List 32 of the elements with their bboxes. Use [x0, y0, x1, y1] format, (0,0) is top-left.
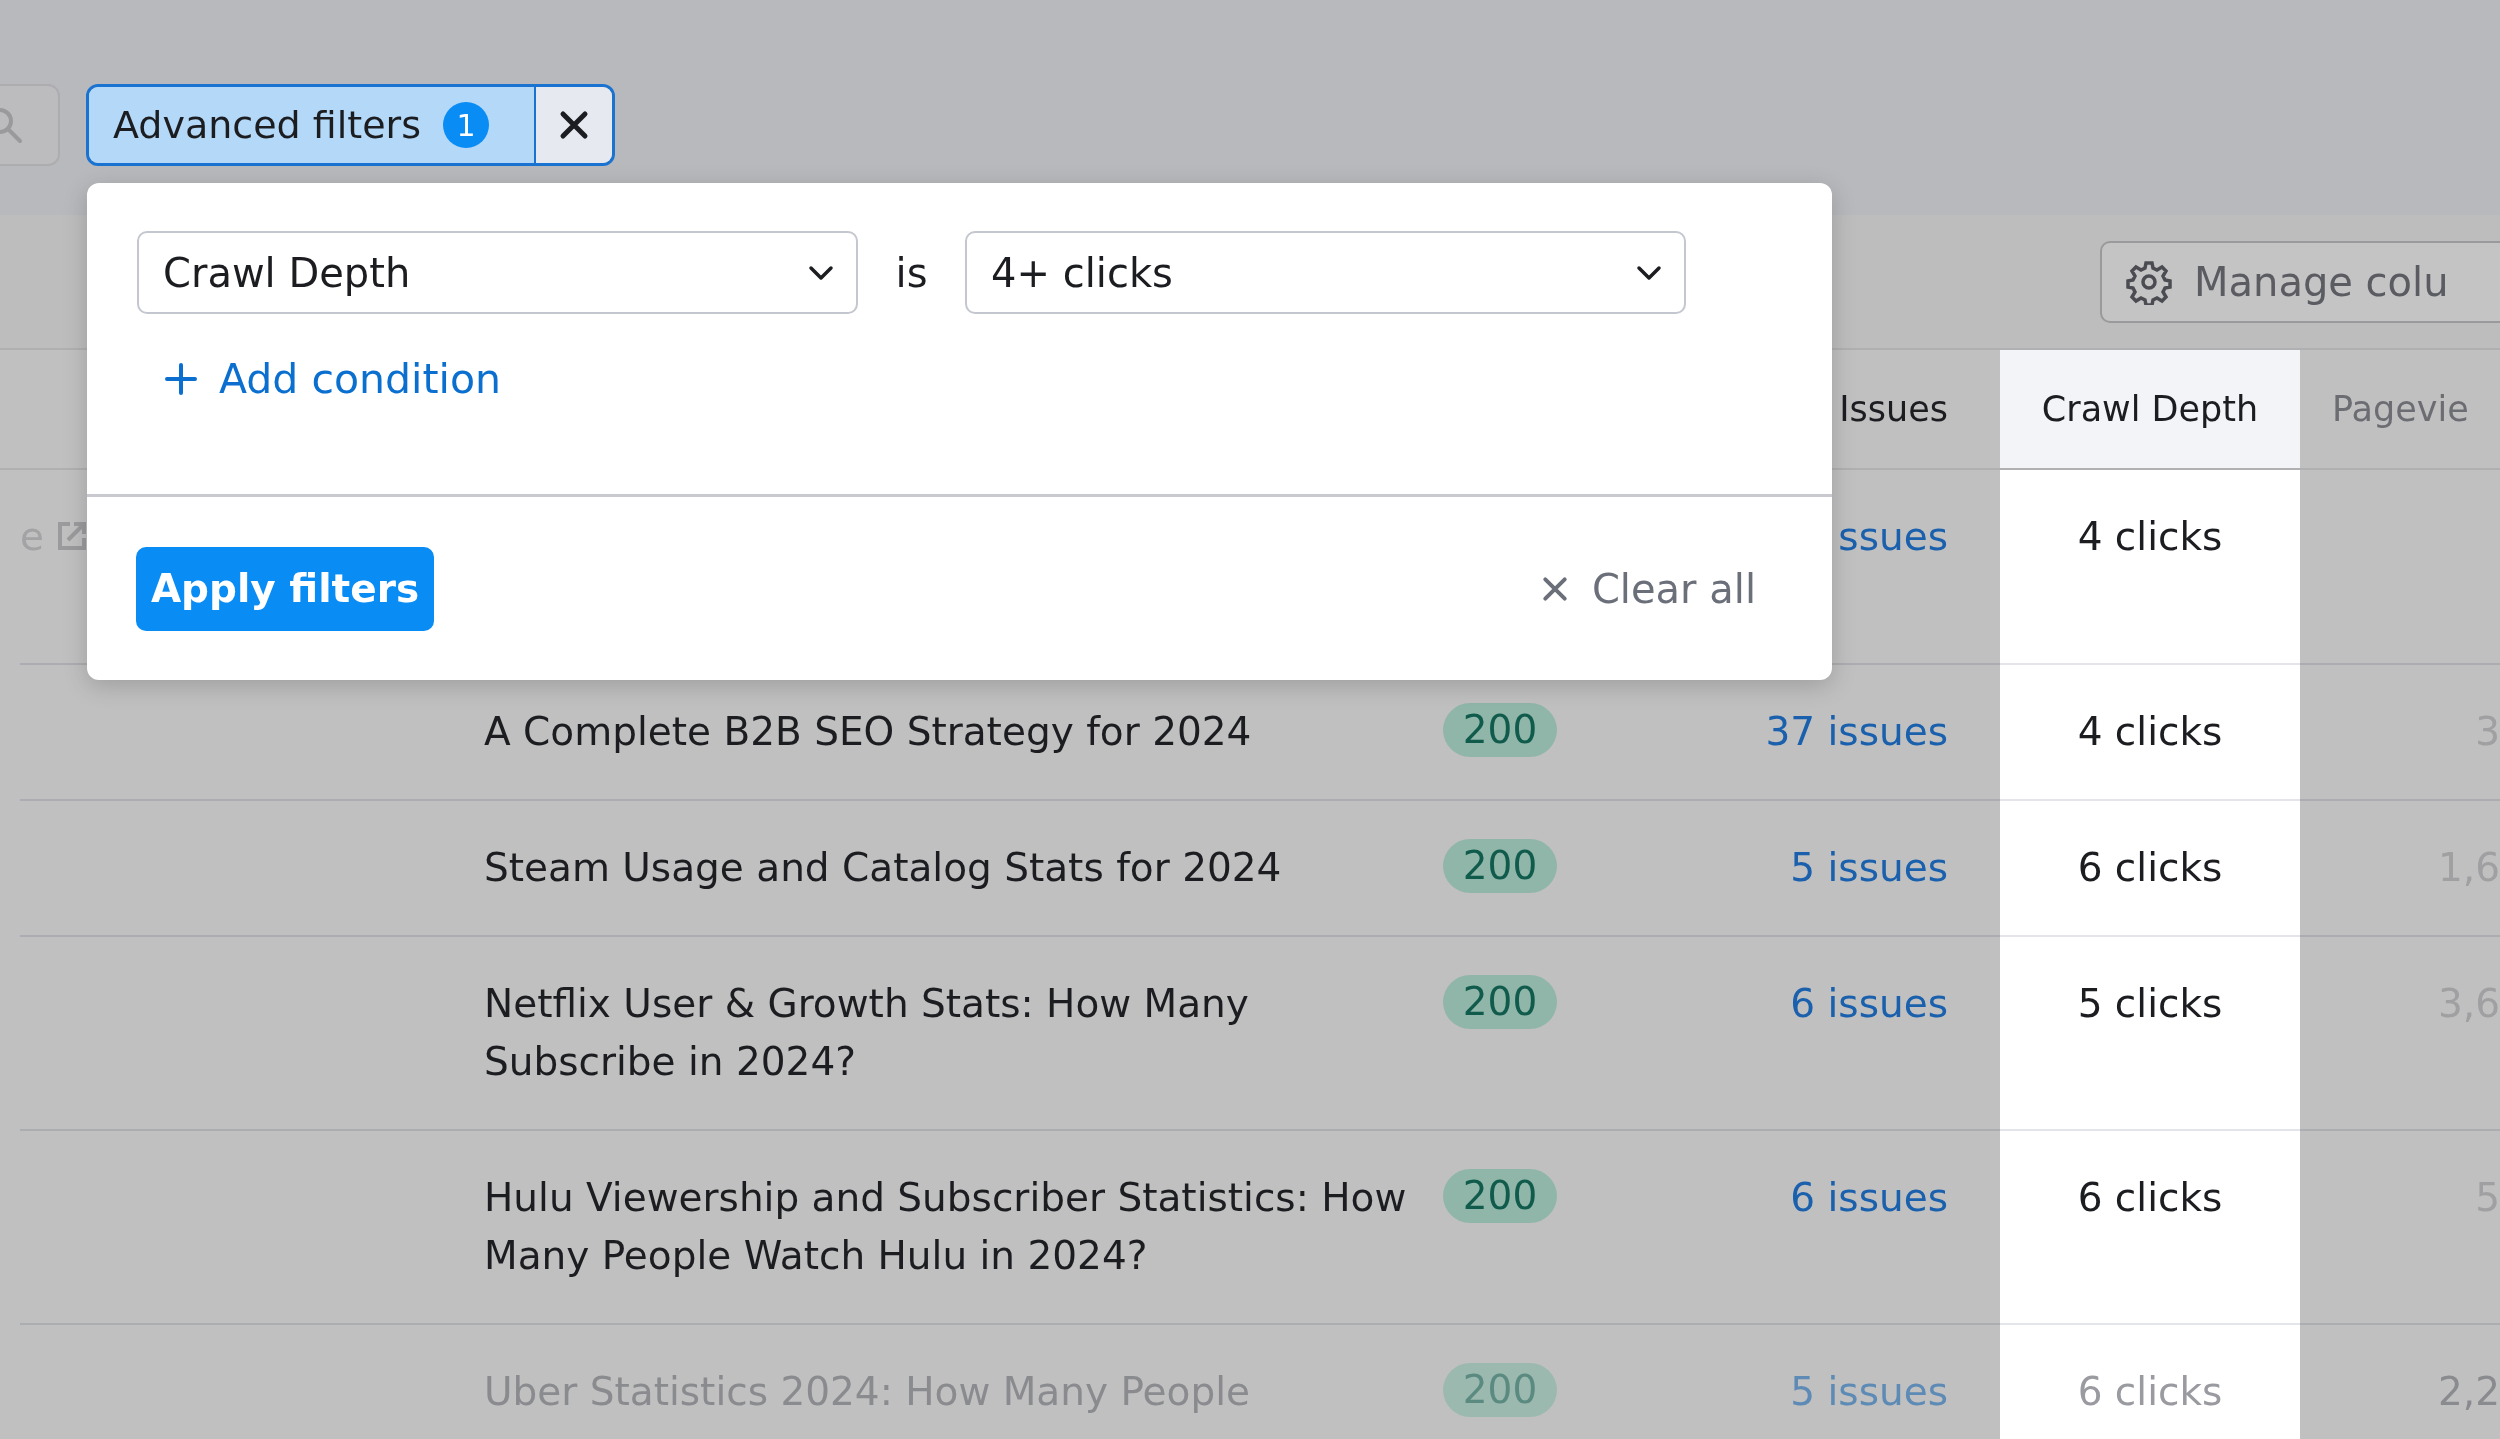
- column-header[interactable]: Crawl Depth: [2000, 350, 2300, 470]
- crawl-depth-value: 4 clicks: [2077, 513, 2223, 561]
- crawl-depth-value: 6 clicks: [2077, 1174, 2223, 1222]
- issues-link[interactable]: 6 issues: [1790, 975, 1948, 1033]
- add-condition-link[interactable]: Add condition: [137, 344, 501, 414]
- advanced-filters-button[interactable]: Advanced filters 1: [89, 87, 536, 163]
- field-dropdown[interactable]: Crawl Depth: [137, 231, 858, 314]
- column-header[interactable]: Pagevie: [2300, 350, 2500, 470]
- crawl-depth-value: 6 clicks: [2077, 844, 2223, 892]
- issues-link[interactable]: ssues: [1838, 508, 1948, 566]
- page-title: Steam Usage and Catalog Stats for 2024: [484, 844, 1282, 892]
- operator-label: is: [894, 249, 929, 296]
- count-badge: 1: [443, 102, 489, 148]
- crawl-depth-value: 6 clicks: [2077, 1368, 2223, 1416]
- crawl-depth-value: 5 clicks: [2077, 980, 2223, 1028]
- issues-link[interactable]: 5 issues: [1790, 839, 1948, 897]
- manage-columns-button[interactable]: Manage colu: [2100, 240, 2500, 323]
- issues-link[interactable]: 5 issues: [1790, 1363, 1948, 1421]
- status-badge: 200: [1442, 839, 1558, 893]
- issues-link[interactable]: 37 issues: [1765, 703, 1948, 761]
- value-dropdown[interactable]: 4+ clicks: [965, 231, 1686, 314]
- page-title: Netflix User & Growth Stats: How Many Subscribe in 2024?: [484, 980, 1250, 1086]
- page-title: A Complete B2B SEO Strategy for 2024: [484, 708, 1252, 756]
- clear-all-button[interactable]: Clear all: [1539, 565, 1756, 612]
- apply-filters-button[interactable]: Apply filters: [136, 546, 434, 631]
- status-badge: 200: [1442, 1169, 1558, 1223]
- status-badge: 200: [1442, 703, 1558, 757]
- status-badge: 200: [1442, 975, 1558, 1029]
- crawl-depth-value: 4 clicks: [2077, 708, 2223, 756]
- status-badge: 200: [1442, 1363, 1558, 1417]
- page-title: Hulu Viewership and Subscriber Statistics: How Many People Watch Hulu in 2024?: [484, 1174, 1408, 1280]
- issues-link[interactable]: 6 issues: [1790, 1169, 1948, 1227]
